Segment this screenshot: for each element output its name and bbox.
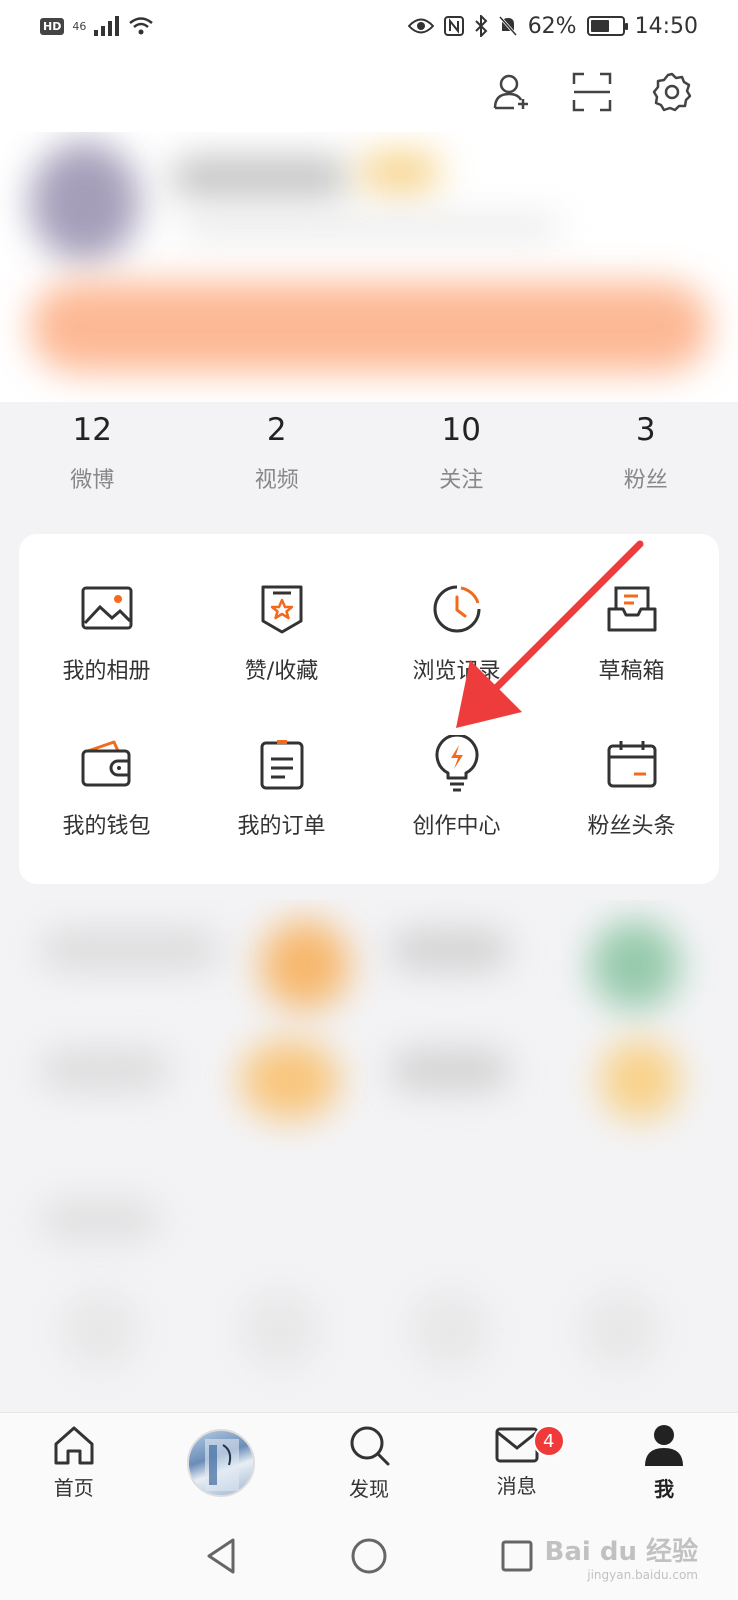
back-icon[interactable] xyxy=(203,1536,239,1576)
menu-label: 草稿箱 xyxy=(598,658,665,684)
network-type: 46 xyxy=(72,19,87,33)
clock: 14:50 xyxy=(634,13,698,39)
menu-item-creator-center[interactable]: 创作中心 xyxy=(369,709,544,864)
stat-value: 10 xyxy=(441,412,481,448)
wifi-icon xyxy=(129,17,154,35)
menu-label: 创作中心 xyxy=(412,813,501,839)
top-action-bar xyxy=(0,52,738,132)
tab-me[interactable]: 我 xyxy=(590,1413,738,1512)
book-avatar xyxy=(187,1428,256,1497)
battery-level xyxy=(590,20,610,32)
battery-percent: 62% xyxy=(527,13,577,39)
menu-item-drafts[interactable]: 草稿箱 xyxy=(544,554,719,709)
menu-label: 我的钱包 xyxy=(62,813,151,839)
add-user-icon[interactable] xyxy=(490,70,534,114)
signal-icon xyxy=(94,16,120,36)
person-icon xyxy=(645,1425,684,1466)
menu-item-fans-headline[interactable]: 粉丝头条 xyxy=(544,709,719,864)
menu-item-favorites[interactable]: 赞/收藏 xyxy=(194,554,369,709)
bluetooth-icon xyxy=(474,15,488,37)
stat-label: 微博 xyxy=(70,468,115,493)
tab-label: 消息 xyxy=(496,1474,537,1498)
bottom-tab-bar: 首页 发现 消息 4 我 xyxy=(0,1412,738,1512)
calendar-icon xyxy=(602,734,662,794)
menu-label: 浏览记录 xyxy=(412,658,501,684)
home-circle-icon[interactable] xyxy=(349,1536,389,1576)
tab-home[interactable]: 首页 xyxy=(0,1413,148,1512)
message-badge: 4 xyxy=(532,1425,565,1457)
stat-value: 3 xyxy=(635,412,656,448)
watermark-brand: Bai du 经验 xyxy=(544,1537,699,1567)
stat-value: 12 xyxy=(72,412,112,448)
stat-following[interactable]: 10 关注 xyxy=(369,410,554,510)
menu-card: 我的相册 赞/收藏 浏览记录 草稿箱 我的钱包 我的订单 创作中心 粉丝头条 xyxy=(19,534,719,884)
lightbulb-icon xyxy=(427,734,487,794)
tab-label: 发现 xyxy=(348,1477,389,1501)
menu-label: 粉丝头条 xyxy=(587,813,676,839)
menu-item-orders[interactable]: 我的订单 xyxy=(194,709,369,864)
content-blurred xyxy=(0,900,738,1410)
watermark-url: jingyan.baidu.com xyxy=(587,1568,698,1582)
recents-icon[interactable] xyxy=(499,1538,535,1574)
orders-icon xyxy=(252,734,312,794)
menu-label: 我的相册 xyxy=(62,658,151,684)
stat-fans[interactable]: 3 粉丝 xyxy=(554,410,738,510)
stat-value: 2 xyxy=(266,412,287,448)
menu-label: 我的订单 xyxy=(237,813,326,839)
eye-icon xyxy=(407,18,434,34)
history-icon xyxy=(427,579,487,639)
menu-item-wallet[interactable]: 我的钱包 xyxy=(19,709,194,864)
battery-icon xyxy=(586,16,628,36)
mute-bell-icon xyxy=(498,16,517,36)
tab-label: 我 xyxy=(654,1477,675,1501)
search-icon xyxy=(350,1426,390,1466)
status-right: 62% 14:50 xyxy=(407,13,698,39)
stat-label: 视频 xyxy=(254,468,299,493)
album-icon xyxy=(77,579,137,639)
stat-label: 关注 xyxy=(439,468,484,493)
status-bar: HD 46 62% 14:50 xyxy=(0,0,738,52)
tab-book-avatar[interactable] xyxy=(148,1413,296,1512)
system-nav-bar: Bai du 经验 jingyan.baidu.com xyxy=(0,1512,738,1600)
home-icon xyxy=(54,1426,94,1465)
tab-discover[interactable]: 发现 xyxy=(295,1413,443,1512)
stat-weibo[interactable]: 12 微博 xyxy=(0,410,185,510)
hd-indicator: HD xyxy=(40,17,65,35)
scan-icon[interactable] xyxy=(570,70,614,114)
favorites-icon xyxy=(252,579,312,639)
status-left: HD 46 xyxy=(40,16,154,36)
nfc-icon xyxy=(443,16,464,36)
stat-label: 粉丝 xyxy=(623,468,668,493)
wallet-icon xyxy=(77,734,137,794)
menu-item-album[interactable]: 我的相册 xyxy=(19,554,194,709)
stats-row: 12 微博 2 视频 10 关注 3 粉丝 xyxy=(0,410,738,510)
stat-video[interactable]: 2 视频 xyxy=(185,410,370,510)
menu-label: 赞/收藏 xyxy=(244,658,319,684)
settings-icon[interactable] xyxy=(650,70,694,114)
menu-item-history[interactable]: 浏览记录 xyxy=(369,554,544,709)
watermark: Bai du 经验 jingyan.baidu.com xyxy=(545,1531,699,1582)
tab-messages[interactable]: 消息 4 xyxy=(443,1413,591,1512)
profile-header-blurred xyxy=(0,132,738,402)
drafts-icon xyxy=(602,579,662,639)
tab-label: 首页 xyxy=(53,1476,94,1500)
